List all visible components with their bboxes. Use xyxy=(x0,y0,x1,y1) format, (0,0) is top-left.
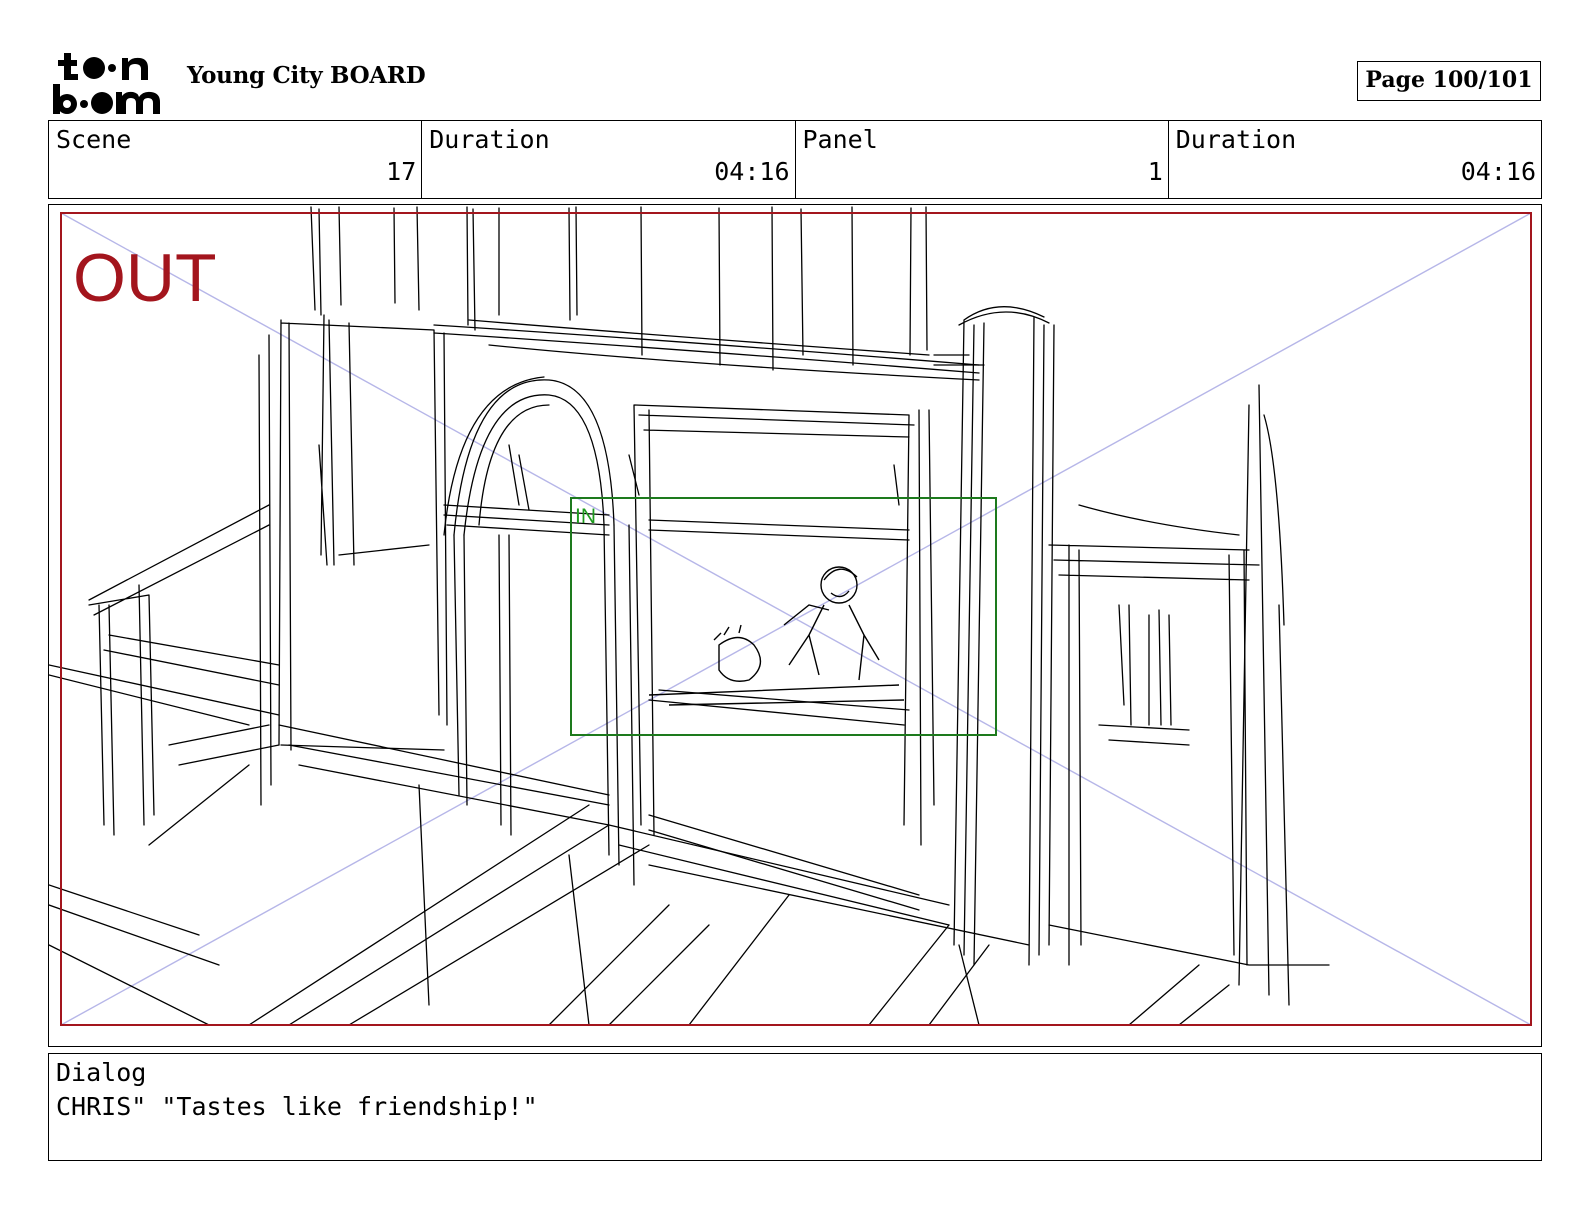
scene-label: Scene xyxy=(56,125,132,154)
out-label: OUT xyxy=(73,240,217,316)
project-title: Young City BOARD xyxy=(187,62,426,89)
dialog-label: Dialog xyxy=(56,1058,147,1087)
panel-duration-value: 04:16 xyxy=(1460,157,1536,186)
info-row: Scene 17 Duration 04:16 Panel 1 Duration… xyxy=(48,120,1542,199)
panel-label: Panel xyxy=(802,125,878,154)
scene-value: 17 xyxy=(386,157,417,186)
dialog-box: Dialog CHRIS" "Tastes like friendship!" xyxy=(48,1053,1542,1161)
panel-cell: Panel 1 xyxy=(796,121,1169,198)
panel-artwork: OUT IN xyxy=(49,206,1532,1026)
in-label: IN xyxy=(575,505,596,528)
characters-sketch xyxy=(648,566,905,706)
scene-duration-value: 04:16 xyxy=(714,157,790,186)
page-number: Page 100/101 xyxy=(1357,61,1541,101)
panel-duration-label: Duration xyxy=(1175,125,1297,154)
toonboom-logo xyxy=(50,48,166,118)
dialog-text: CHRIS" "Tastes like friendship!" xyxy=(56,1092,538,1121)
panel-duration-cell: Duration 04:16 xyxy=(1169,121,1541,198)
storyboard-panel: OUT IN xyxy=(48,204,1542,1047)
sketch-lines xyxy=(49,206,1330,1026)
scene-duration-label: Duration xyxy=(429,125,550,154)
panel-value: 1 xyxy=(1147,157,1163,186)
scene-cell: Scene 17 xyxy=(49,121,423,198)
toonboom-logo-mark xyxy=(53,53,160,114)
scene-duration-cell: Duration 04:16 xyxy=(422,121,796,198)
